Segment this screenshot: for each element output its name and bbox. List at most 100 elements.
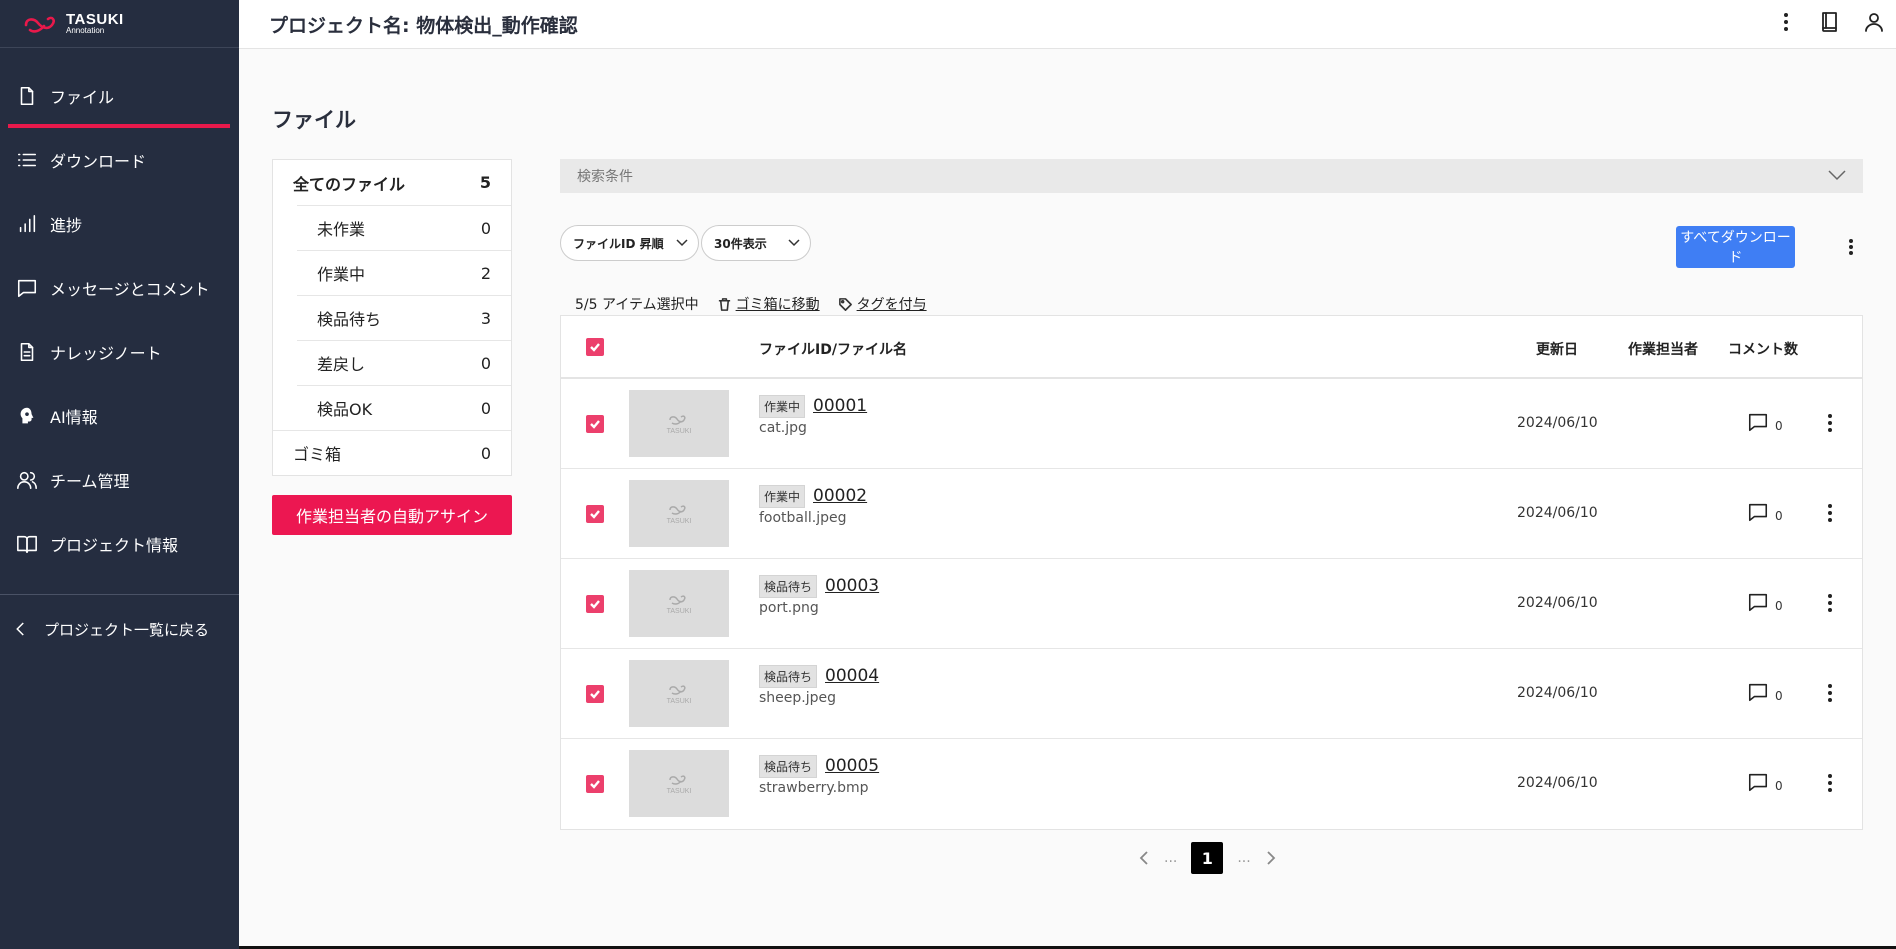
selection-toolbar: 5/5 アイテム選択中 ゴミ箱に移動 タグを付与 xyxy=(575,294,927,314)
comment-icon xyxy=(1748,413,1768,432)
sidebar-item-label: 進捗 xyxy=(50,216,83,235)
table-row[interactable]: TASUKI 検品待ち 00003 port.png 2024/06/10 0 xyxy=(561,559,1862,649)
sidebar-item-ai[interactable]: AI情報 xyxy=(0,384,239,448)
row-checkbox[interactable] xyxy=(586,505,604,523)
sidebar-item-team[interactable]: チーム管理 xyxy=(0,448,239,512)
more-vertical-icon[interactable] xyxy=(1843,235,1859,259)
thumbnail[interactable]: TASUKI xyxy=(629,570,729,637)
file-id-link[interactable]: 00001 xyxy=(813,396,867,416)
sidebar-item-knowledge[interactable]: ナレッジノート xyxy=(0,320,239,384)
row-checkbox[interactable] xyxy=(586,685,604,703)
sidebar-item-project-info[interactable]: プロジェクト情報 xyxy=(0,512,239,576)
filter-count: 0 xyxy=(480,353,491,373)
sort-order-value: ファイルID 昇順 xyxy=(573,236,664,251)
file-id-link[interactable]: 00005 xyxy=(825,756,879,776)
filter-returned[interactable]: 差戻し 0 xyxy=(297,340,511,385)
chevron-right-icon[interactable] xyxy=(1265,850,1277,866)
search-conditions-label: 検索条件 xyxy=(577,169,633,185)
status-filter-panel: 全てのファイル 5 未作業 0 作業中 2 検品待ち 3 差戻し 0 検品OK … xyxy=(272,159,512,476)
auto-assign-button[interactable]: 作業担当者の自動アサイン xyxy=(272,495,512,535)
filter-label: 検品OK xyxy=(317,400,373,419)
comment-count[interactable]: 0 xyxy=(1747,411,1783,433)
comment-icon xyxy=(1748,503,1768,522)
table-row[interactable]: TASUKI 作業中 00001 cat.jpg 2024/06/10 0 xyxy=(561,379,1862,469)
sidebar-item-label: ファイル xyxy=(50,88,115,107)
row-more-icon[interactable] xyxy=(1822,771,1838,795)
comment-icon xyxy=(1748,773,1768,792)
row-more-icon[interactable] xyxy=(1822,591,1838,615)
back-to-projects-link[interactable]: プロジェクト一覧に戻る xyxy=(0,595,239,663)
sidebar-nav: ファイル ダウンロード 進捗 メッセージとコメント ナレッジノート AI情報 チ… xyxy=(0,48,239,576)
sort-order-select[interactable]: ファイルID 昇順 xyxy=(560,225,699,261)
filter-trash[interactable]: ゴミ箱 0 xyxy=(273,430,511,475)
message-icon xyxy=(17,279,37,298)
page-number-button[interactable]: 1 xyxy=(1191,842,1224,874)
pagination-ellipsis: ... xyxy=(1237,850,1251,866)
file-id-link[interactable]: 00002 xyxy=(813,486,867,506)
more-vertical-icon[interactable] xyxy=(1774,10,1798,34)
tag-icon xyxy=(838,297,852,311)
table-row[interactable]: TASUKI 検品待ち 00005 strawberry.bmp 2024/06/… xyxy=(561,739,1862,829)
search-conditions-toggle[interactable]: 検索条件 xyxy=(560,159,1863,193)
sidebar-item-label: ダウンロード xyxy=(50,152,147,171)
comment-count[interactable]: 0 xyxy=(1747,681,1783,703)
table-row[interactable]: TASUKI 検品待ち 00004 sheep.jpeg 2024/06/10 0 xyxy=(561,649,1862,739)
updated-date: 2024/06/10 xyxy=(1517,505,1598,521)
filter-label: 作業中 xyxy=(317,265,366,284)
sidebar-item-label: プロジェクト情報 xyxy=(50,536,179,555)
comment-count[interactable]: 0 xyxy=(1747,501,1783,523)
row-checkbox[interactable] xyxy=(586,415,604,433)
bar-chart-icon xyxy=(19,214,36,233)
file-id-link[interactable]: 00004 xyxy=(825,666,879,686)
header-file: ファイルID/ファイル名 xyxy=(759,342,907,358)
filter-all-files[interactable]: 全てのファイル 5 xyxy=(273,160,511,205)
table-row[interactable]: TASUKI 作業中 00002 football.jpeg 2024/06/10… xyxy=(561,469,1862,559)
status-badge: 作業中 xyxy=(759,485,806,508)
file-name: football.jpeg xyxy=(759,510,847,526)
sidebar-item-label: ナレッジノート xyxy=(50,344,162,363)
thumbnail[interactable]: TASUKI xyxy=(629,480,729,547)
filter-awaiting-inspection[interactable]: 検品待ち 3 xyxy=(297,295,511,340)
comment-count[interactable]: 0 xyxy=(1747,771,1783,793)
download-all-button[interactable]: すべてダウンロード xyxy=(1676,226,1795,268)
manual-book-icon[interactable] xyxy=(1818,10,1842,34)
row-more-icon[interactable] xyxy=(1822,681,1838,705)
move-to-trash-action[interactable]: ゴミ箱に移動 xyxy=(717,294,820,314)
logo-subtitle: Annotation xyxy=(66,26,105,35)
file-id-link[interactable]: 00003 xyxy=(825,576,879,596)
check-icon xyxy=(590,420,600,429)
comment-icon xyxy=(1748,683,1768,702)
filter-in-progress[interactable]: 作業中 2 xyxy=(297,250,511,295)
tasuki-placeholder-icon xyxy=(669,685,686,695)
select-all-checkbox[interactable] xyxy=(586,338,604,356)
row-more-icon[interactable] xyxy=(1822,501,1838,525)
list-icon xyxy=(17,153,37,167)
user-icon[interactable] xyxy=(1862,10,1886,34)
comment-count-value: 0 xyxy=(1775,599,1783,613)
per-page-select[interactable]: 30件表示 xyxy=(701,225,811,261)
comment-count[interactable]: 0 xyxy=(1747,591,1783,613)
row-more-icon[interactable] xyxy=(1822,411,1838,435)
thumbnail[interactable]: TASUKI xyxy=(629,390,729,457)
file-name: sheep.jpeg xyxy=(759,690,837,706)
chevron-left-icon[interactable] xyxy=(1138,850,1150,866)
sidebar-item-download[interactable]: ダウンロード xyxy=(0,128,239,192)
sidebar-item-progress[interactable]: 進捗 xyxy=(0,192,239,256)
sidebar-item-label: AI情報 xyxy=(50,408,98,427)
row-checkbox[interactable] xyxy=(586,595,604,613)
thumbnail[interactable]: TASUKI xyxy=(629,750,729,817)
filter-inspection-ok[interactable]: 検品OK 0 xyxy=(297,385,511,430)
selection-count: 5/5 アイテム選択中 xyxy=(575,297,699,313)
thumbnail[interactable]: TASUKI xyxy=(629,660,729,727)
add-tag-action[interactable]: タグを付与 xyxy=(838,294,927,314)
sidebar-item-messages[interactable]: メッセージとコメント xyxy=(0,256,239,320)
check-icon xyxy=(590,780,600,789)
filter-not-started[interactable]: 未作業 0 xyxy=(297,205,511,250)
sidebar: TASUKI Annotation ファイル ダウンロード 進捗 メッセージとコ… xyxy=(0,0,239,949)
comment-count-value: 0 xyxy=(1775,419,1783,433)
back-label: プロジェクト一覧に戻る xyxy=(44,620,210,639)
tasuki-logo-icon xyxy=(24,16,55,33)
header-comments: コメント数 xyxy=(1728,342,1798,358)
sidebar-item-files[interactable]: ファイル xyxy=(0,64,239,128)
row-checkbox[interactable] xyxy=(586,775,604,793)
